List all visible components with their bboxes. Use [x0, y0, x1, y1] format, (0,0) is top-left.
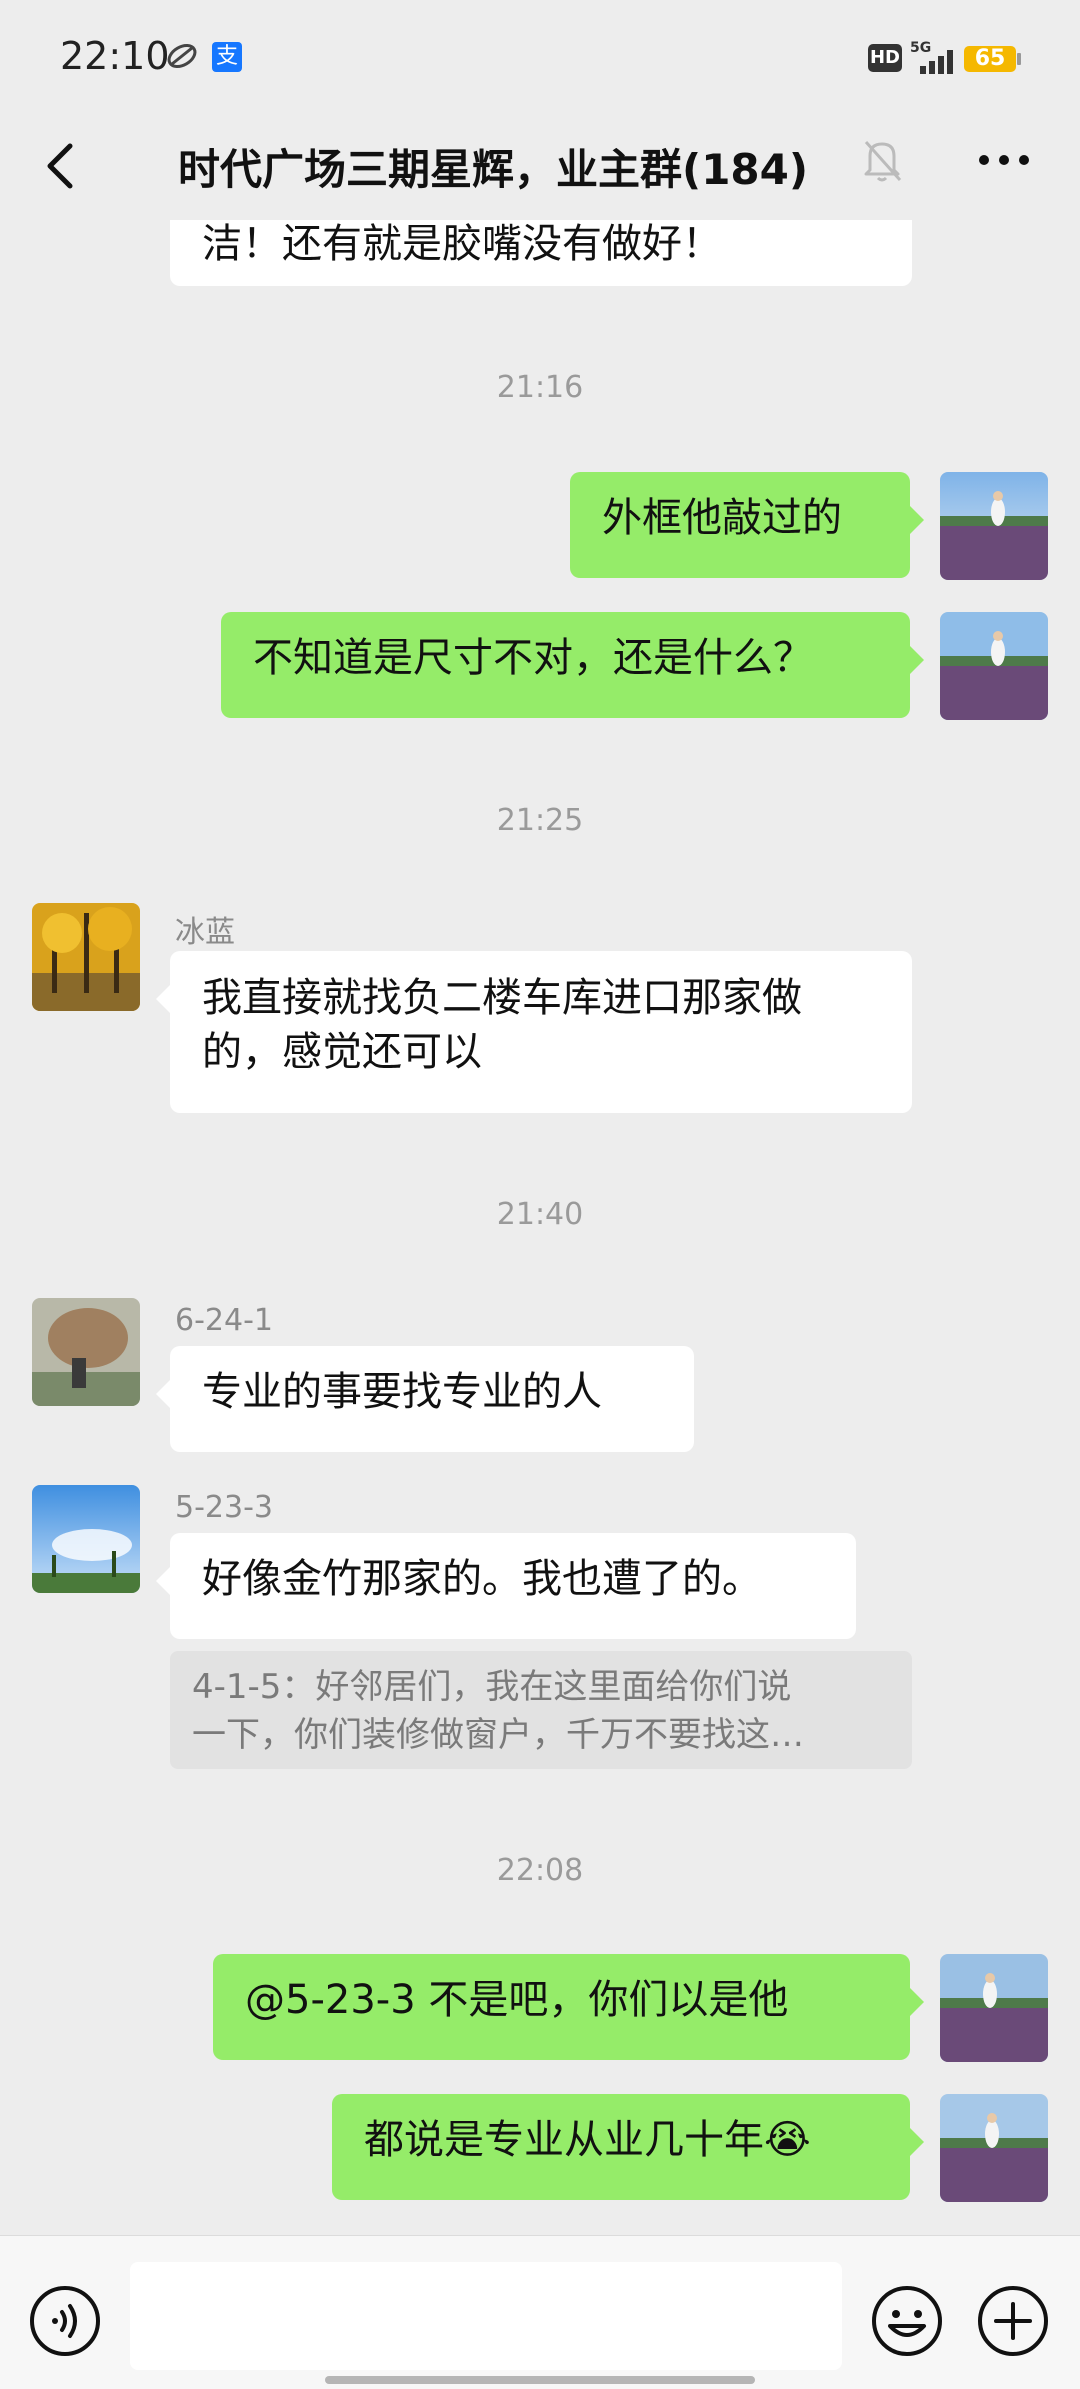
message-text-line: 我直接就找负二楼车库进口那家做: [202, 975, 802, 1021]
message-bubble-outgoing[interactable]: @5-23-3 不是吧，你们以是他: [213, 1954, 924, 2060]
home-indicator[interactable]: [325, 2376, 755, 2384]
mute-bell-icon: [864, 140, 902, 182]
message-text: 都说是专业从业几十年😭: [364, 2117, 811, 2163]
message-text: 好像金竹那家的。我也遭了的。: [202, 1556, 762, 1602]
message-text: @5-23-3 不是吧，你们以是他: [245, 1977, 789, 2023]
message-text: 外框他敲过的: [602, 495, 842, 541]
status-bar: 22:10 支 HD 5G 65: [0, 0, 1080, 120]
my-avatar[interactable]: [940, 472, 1048, 580]
timestamp: 21:40: [496, 1197, 584, 1232]
message-bubble-incoming[interactable]: 洁！还有就是胶嘴没有做好！: [170, 220, 912, 286]
more-icon[interactable]: [974, 140, 1034, 180]
chat-header: 时代广场三期星辉，业主群(184): [0, 110, 1080, 220]
hd-badge: HD: [868, 44, 902, 72]
sender-name: 冰蓝: [175, 915, 235, 950]
message-text: 专业的事要找专业的人: [202, 1369, 602, 1415]
sender-avatar[interactable]: [32, 1485, 140, 1593]
emoji-icon[interactable]: [870, 2284, 944, 2358]
message-text: 洁！还有就是胶嘴没有做好！: [202, 221, 722, 267]
signal-icon: 5G: [910, 40, 953, 74]
timestamp: 22:08: [496, 1853, 584, 1888]
quote-text-line: 一下，你们装修做窗户，千万不要找这…: [192, 1715, 804, 1755]
voice-icon[interactable]: [28, 2284, 102, 2358]
leaf-icon: [167, 44, 197, 68]
network-label: 5G: [910, 40, 931, 56]
my-avatar[interactable]: [940, 1954, 1048, 2062]
my-avatar[interactable]: [940, 2094, 1048, 2202]
message-bubble-outgoing[interactable]: 外框他敲过的: [570, 472, 924, 578]
input-bar: [0, 2235, 1080, 2389]
message-bubble-incoming[interactable]: 专业的事要找专业的人: [156, 1346, 694, 1452]
chat-area[interactable]: 洁！还有就是胶嘴没有做好！ 21:16 外框他敲过的 不知道是尺寸不对，还是什么…: [0, 220, 1080, 2235]
quoted-message[interactable]: 4-1-5：好邻居们，我在这里面给你们说 一下，你们装修做窗户，千万不要找这…: [170, 1651, 912, 1769]
message-text: 不知道是尺寸不对，还是什么？: [253, 635, 813, 681]
sender-name: 6-24-1: [175, 1303, 273, 1338]
timestamp: 21:16: [496, 370, 584, 405]
message-input[interactable]: [130, 2262, 842, 2370]
battery-nub: [1017, 53, 1021, 65]
sender-avatar[interactable]: [32, 903, 140, 1011]
my-avatar[interactable]: [940, 612, 1048, 720]
plus-icon[interactable]: [976, 2284, 1050, 2358]
message-bubble-outgoing[interactable]: 都说是专业从业几十年😭: [332, 2094, 924, 2200]
timestamp: 21:25: [496, 803, 584, 838]
message-bubble-incoming[interactable]: 我直接就找负二楼车库进口那家做 的，感觉还可以: [156, 951, 912, 1113]
battery-level: 65: [964, 46, 1016, 72]
sender-name: 5-23-3: [175, 1490, 273, 1525]
chat-title[interactable]: 时代广场三期星辉，业主群(184): [178, 136, 808, 197]
message-bubble-incoming[interactable]: 好像金竹那家的。我也遭了的。: [156, 1533, 856, 1639]
status-time: 22:10: [60, 34, 170, 78]
message-bubble-outgoing[interactable]: 不知道是尺寸不对，还是什么？: [221, 612, 924, 718]
alipay-icon: 支: [212, 42, 242, 72]
back-arrow-icon[interactable]: [34, 130, 94, 200]
sender-avatar[interactable]: [32, 1298, 140, 1406]
message-text-line: 的，感觉还可以: [202, 1029, 482, 1075]
quote-text-line: 4-1-5：好邻居们，我在这里面给你们说: [192, 1667, 792, 1707]
